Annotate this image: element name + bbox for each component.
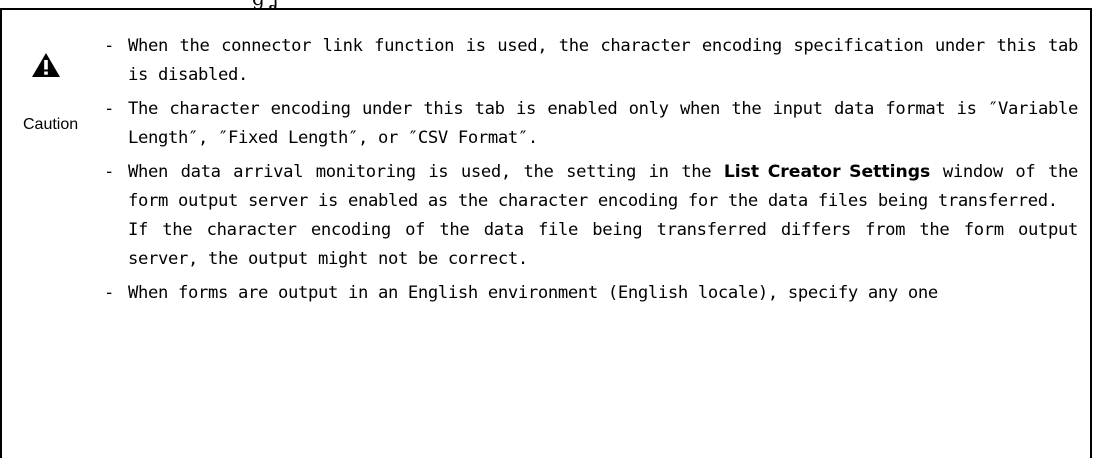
item-text: When the connector link function is used…	[128, 36, 1078, 85]
caution-items: - When the connector link function is us…	[104, 32, 1078, 313]
item-paragraph: If the character encoding of the data fi…	[128, 220, 1078, 269]
list-dash: -	[104, 283, 114, 303]
warning-triangle-icon	[31, 52, 61, 78]
caution-item-arrival-monitoring: - When data arrival monitoring is used, …	[104, 158, 1078, 274]
caution-label: Caution	[23, 116, 79, 133]
list-dash: -	[104, 99, 114, 119]
item-text: When data arrival monitoring is used, th…	[128, 162, 724, 182]
caution-item-input-format: - The character encoding under this tab …	[104, 95, 1078, 153]
list-dash: -	[104, 162, 114, 182]
caution-item-connector-link: - When the connector link function is us…	[104, 32, 1078, 90]
window-name-bold: List Creator Settings	[723, 162, 931, 182]
list-dash: -	[104, 36, 114, 56]
item-paragraph: When data arrival monitoring is used, th…	[128, 158, 1078, 216]
item-text: The character encoding under this tab is…	[128, 99, 1078, 148]
caution-item-english-locale: - When forms are output in an English en…	[104, 279, 1078, 308]
item-text: When forms are output in an English envi…	[128, 283, 938, 303]
